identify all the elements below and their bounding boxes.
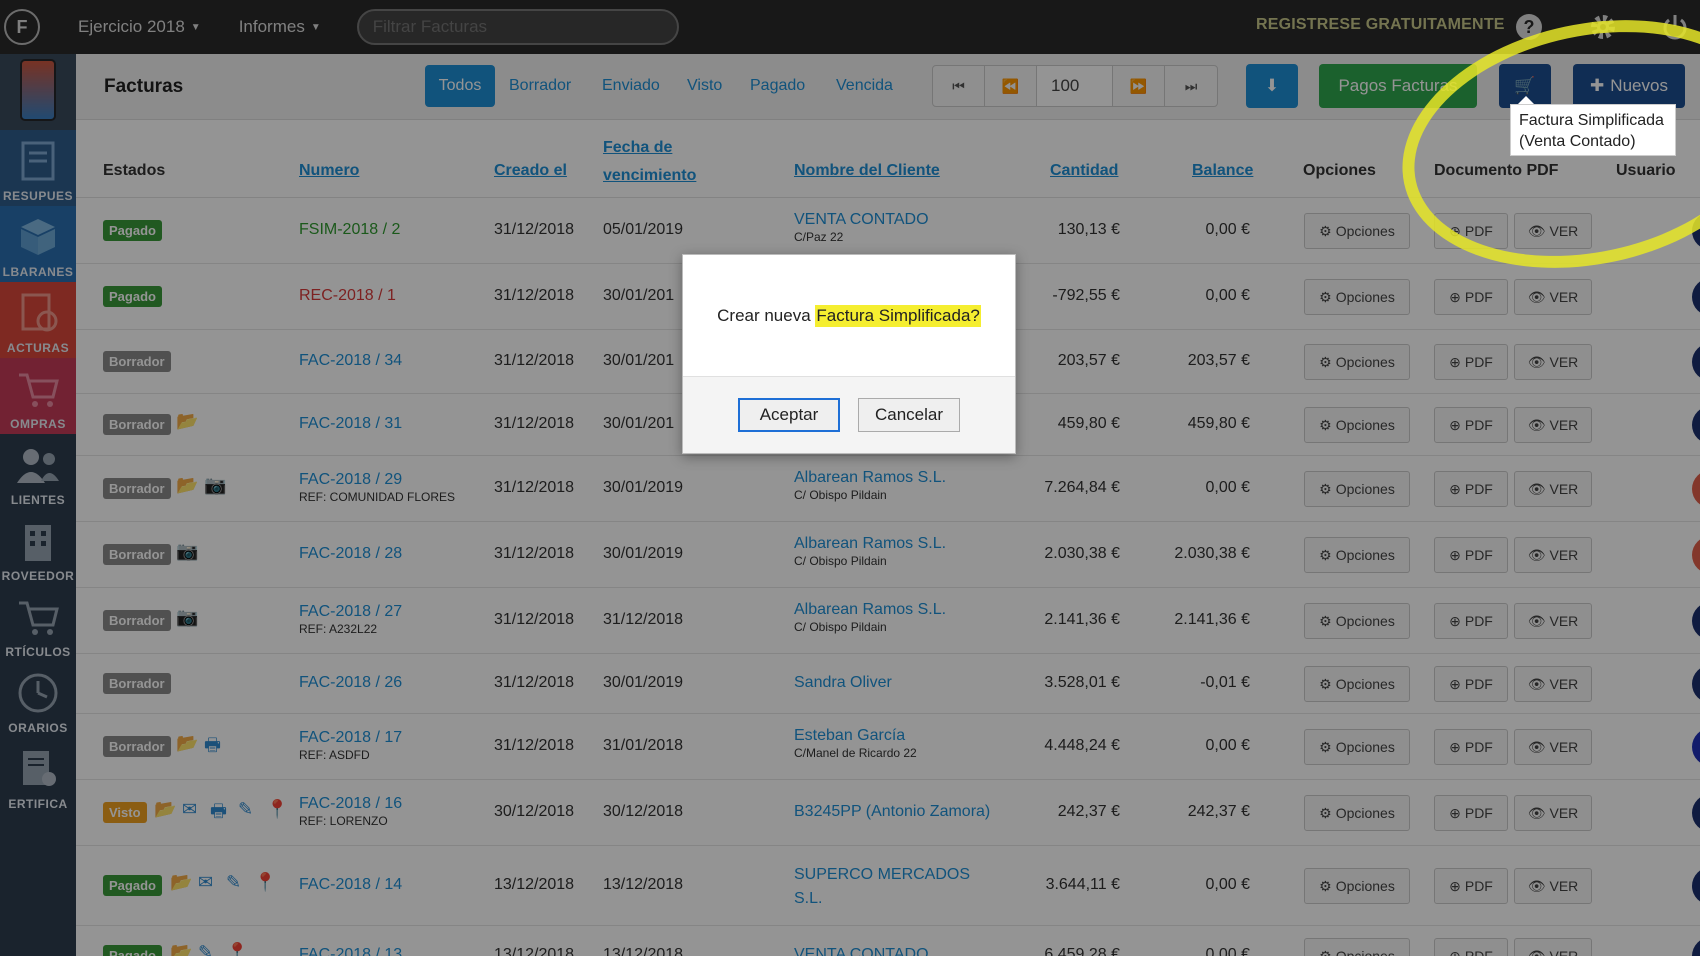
tooltip: Factura Simplificada (Venta Contado) — [1510, 104, 1676, 156]
dialog-message-prefix: Crear nueva — [717, 305, 816, 325]
dialog-message-highlight: Factura Simplificada? — [815, 304, 981, 327]
cancel-button[interactable]: Cancelar — [858, 398, 960, 432]
accept-button[interactable]: Aceptar — [738, 398, 840, 432]
confirm-dialog: Crear nueva Factura Simplificada? Acepta… — [682, 254, 1016, 454]
dialog-footer: Aceptar Cancelar — [683, 377, 1015, 453]
tooltip-line: Factura Simplificada — [1519, 112, 1664, 129]
tooltip-line: (Venta Contado) — [1519, 133, 1636, 150]
tooltip-arrow — [1518, 96, 1534, 104]
dialog-message: Crear nueva Factura Simplificada? — [683, 255, 1015, 377]
